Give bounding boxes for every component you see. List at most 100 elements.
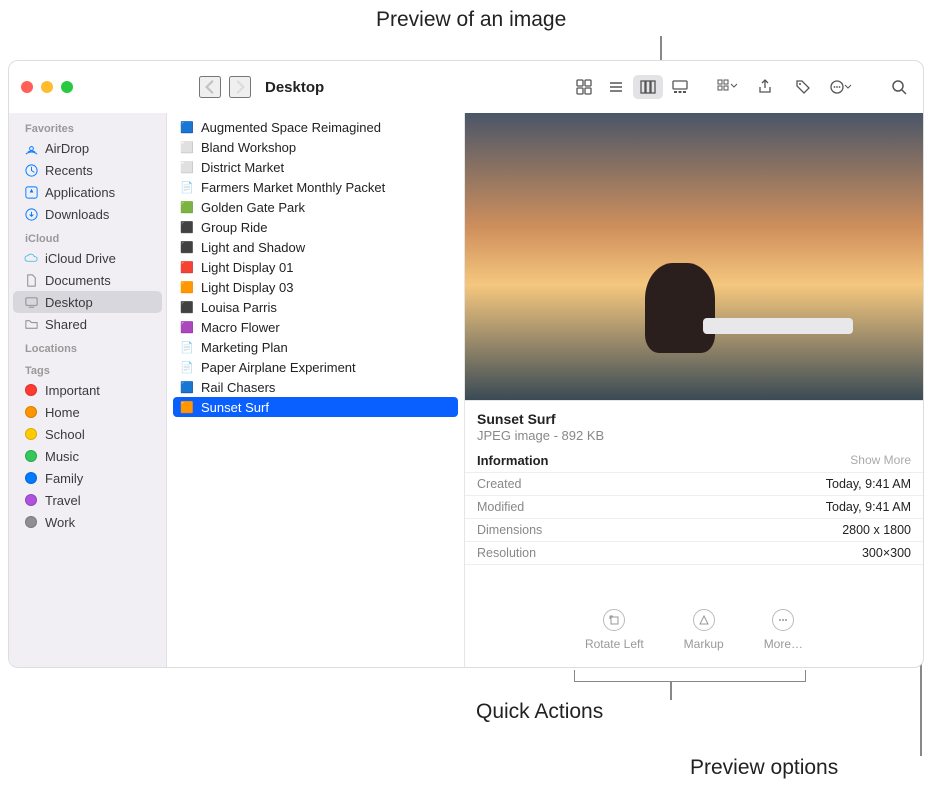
tag-dot-icon xyxy=(23,382,39,398)
sidebar-item-documents[interactable]: Documents xyxy=(13,269,162,291)
preview-subtitle: JPEG image - 892 KB xyxy=(465,428,923,449)
view-icon-grid[interactable] xyxy=(569,75,599,99)
back-button[interactable] xyxy=(199,76,221,98)
file-row[interactable]: 📄 Paper Airplane Experiment xyxy=(173,357,458,377)
info-key: Dimensions xyxy=(477,523,542,537)
sidebar-group-icloud: iCloud xyxy=(13,225,162,247)
nav-arrows xyxy=(199,76,251,98)
sidebar-tag-important[interactable]: Important xyxy=(13,379,162,401)
sidebar-item-downloads[interactable]: Downloads xyxy=(13,203,162,225)
traffic-lights xyxy=(21,81,73,93)
preview-info-header: Information Show More xyxy=(465,449,923,473)
file-row[interactable]: 🟥 Light Display 01 xyxy=(173,257,458,277)
info-value: 2800 x 1800 xyxy=(842,523,911,537)
tag-dot-icon xyxy=(23,404,39,420)
file-thumbnail-icon: ⬜ xyxy=(179,159,195,175)
group-by-button[interactable] xyxy=(715,75,739,99)
file-thumbnail-icon: 📄 xyxy=(179,359,195,375)
file-row[interactable]: 📄Farmers Market Monthly Packet xyxy=(173,177,458,197)
sidebar-group-locations: Locations xyxy=(13,335,162,357)
show-more-button[interactable]: Show More xyxy=(850,453,911,468)
preview-image xyxy=(465,113,923,401)
view-list[interactable] xyxy=(601,75,631,99)
file-row[interactable]: 🟧Light Display 03 xyxy=(173,277,458,297)
sidebar-item-airdrop[interactable]: AirDrop xyxy=(13,137,162,159)
forward-button[interactable] xyxy=(229,76,251,98)
sidebar-item-shared[interactable]: Shared xyxy=(13,313,162,335)
sidebar-tag-travel[interactable]: Travel xyxy=(13,489,162,511)
maximize-button[interactable] xyxy=(61,81,73,93)
file-row[interactable]: ⬛Light and Shadow xyxy=(173,237,458,257)
tag-dot-icon xyxy=(23,426,39,442)
sidebar-item-label: Work xyxy=(45,515,75,530)
info-key: Resolution xyxy=(477,546,536,560)
sidebar-item-label: Recents xyxy=(45,163,93,178)
sidebar-tag-work[interactable]: Work xyxy=(13,511,162,533)
tags-button[interactable] xyxy=(791,75,815,99)
sidebar-item-label: Travel xyxy=(45,493,81,508)
more-button[interactable]: More… xyxy=(764,609,803,651)
sidebar-item-icloud-drive[interactable]: iCloud Drive xyxy=(13,247,162,269)
search-button[interactable] xyxy=(887,75,911,99)
location-title: Desktop xyxy=(265,79,324,96)
file-thumbnail-icon: ⬛ xyxy=(179,299,195,315)
file-name: Rail Chasers xyxy=(201,380,275,395)
sidebar-item-label: AirDrop xyxy=(45,141,89,156)
info-key: Created xyxy=(477,477,521,491)
file-name: Augmented Space Reimagined xyxy=(201,120,381,135)
sidebar-item-label: Applications xyxy=(45,185,115,200)
sidebar-item-label: Documents xyxy=(45,273,111,288)
file-thumbnail-icon: 📄 xyxy=(179,179,195,195)
file-row[interactable]: 🟪Macro Flower xyxy=(173,317,458,337)
file-thumbnail-icon: ⬛ xyxy=(179,219,195,235)
sidebar-item-label: Shared xyxy=(45,317,87,332)
sidebar-tag-music[interactable]: Music xyxy=(13,445,162,467)
tag-dot-icon xyxy=(23,448,39,464)
sidebar-item-recents[interactable]: Recents xyxy=(13,159,162,181)
sidebar-item-desktop[interactable]: Desktop xyxy=(13,291,162,313)
sidebar-item-applications[interactable]: Applications xyxy=(13,181,162,203)
file-row[interactable]: 🟦 Rail Chasers xyxy=(173,377,458,397)
file-thumbnail-icon: 🟧 xyxy=(179,399,195,415)
qa-label: Markup xyxy=(684,637,724,651)
action-menu-button[interactable] xyxy=(829,75,853,99)
document-icon xyxy=(23,272,39,288)
close-button[interactable] xyxy=(21,81,33,93)
file-row[interactable]: ⬛ Group Ride xyxy=(173,217,458,237)
sidebar-item-label: Music xyxy=(45,449,79,464)
file-row[interactable]: ⬜Bland Workshop xyxy=(173,137,458,157)
file-name: Paper Airplane Experiment xyxy=(201,360,356,375)
sidebar-group-favorites: Favorites xyxy=(13,115,162,137)
sidebar-tag-family[interactable]: Family xyxy=(13,467,162,489)
file-row[interactable]: 🟩Golden Gate Park xyxy=(173,197,458,217)
view-gallery[interactable] xyxy=(665,75,695,99)
apps-icon xyxy=(23,184,39,200)
share-button[interactable] xyxy=(753,75,777,99)
file-row[interactable]: 🟦Augmented Space Reimagined xyxy=(173,117,458,137)
rotate-left-button[interactable]: Rotate Left xyxy=(585,609,644,651)
callout-preview-label: Preview of an image xyxy=(376,8,566,32)
sidebar-tag-home[interactable]: Home xyxy=(13,401,162,423)
info-value: 300×300 xyxy=(862,546,911,560)
markup-button[interactable]: Markup xyxy=(684,609,724,651)
file-thumbnail-icon: ⬜ xyxy=(179,139,195,155)
minimize-button[interactable] xyxy=(41,81,53,93)
file-row[interactable]: ⬛Louisa Parris xyxy=(173,297,458,317)
view-switcher xyxy=(567,73,697,101)
file-row[interactable]: 🟧Sunset Surf xyxy=(173,397,458,417)
preview-pane: Sunset Surf JPEG image - 892 KB Informat… xyxy=(465,113,923,667)
file-name: Group Ride xyxy=(201,220,267,235)
file-row[interactable]: 📄Marketing Plan xyxy=(173,337,458,357)
file-thumbnail-icon: 🟥 xyxy=(179,259,195,275)
file-row[interactable]: ⬜District Market xyxy=(173,157,458,177)
view-columns[interactable] xyxy=(633,75,663,99)
sidebar-tag-school[interactable]: School xyxy=(13,423,162,445)
file-thumbnail-icon: 📄 xyxy=(179,339,195,355)
more-icon xyxy=(772,609,794,631)
callout-line xyxy=(660,36,662,62)
rotate-icon xyxy=(603,609,625,631)
file-thumbnail-icon: 🟦 xyxy=(179,379,195,395)
markup-icon xyxy=(693,609,715,631)
file-name: Light Display 01 xyxy=(201,260,294,275)
file-name: Light Display 03 xyxy=(201,280,294,295)
